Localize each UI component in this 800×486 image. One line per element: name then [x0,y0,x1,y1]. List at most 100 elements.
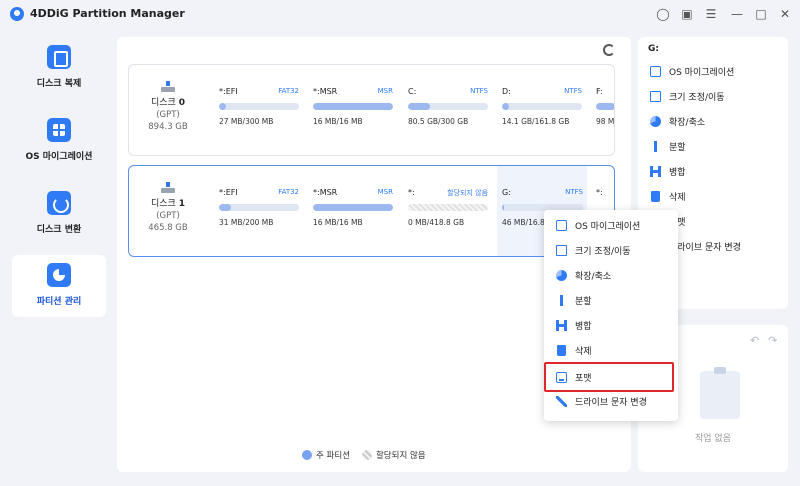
menu-icon[interactable]: ☰ [702,5,720,23]
partition-size: 0 MB/418.8 GB [408,218,465,227]
partition-c[interactable]: C: NTFS 80.5 GB/300 GB [406,65,492,155]
undo-icon[interactable]: ↶ [750,334,759,347]
partition-unallocated[interactable]: *: 할당되지 않음 0 MB/418.8 GB [406,166,492,256]
partition-fs: NTFS [470,87,488,95]
trash-icon [557,344,566,356]
partition-d[interactable]: D: NTFS 14.1 GB/161.8 GB [500,65,586,155]
partition-fs: FAT32 [278,87,299,95]
partition-name: *:EFI [219,188,238,197]
op-label: OS 마이그레이션 [669,67,735,78]
legend-primary: 주 파티션 [316,451,350,461]
disk-copy-icon [47,45,71,69]
disk-type: (GPT) [156,110,180,120]
partition-size: 16 MB/16 MB [313,117,363,126]
sidebar-item-label: 파티션 관리 [36,297,82,307]
op-delete[interactable]: 삭제 [650,188,686,204]
split-icon [556,294,567,306]
op-extend-shrink[interactable]: 확장/축소 [650,113,705,129]
op-label: 크기 조정/이동 [669,92,725,103]
partition-usage-bar [408,204,488,211]
context-menu: OS 마이그레이션 크기 조정/이동 확장/축소 분할 병합 삭제 포맷 드라이… [544,210,678,421]
sidebar-item-partition-manage[interactable]: 파티션 관리 [12,255,106,317]
minimize-icon[interactable]: — [728,5,746,23]
title-bar: 4DDiG Partition Manager ◯ ▣ ☰ — □ ✕ [0,0,800,28]
menu-item-os-migration[interactable]: OS 마이그레이션 [556,215,640,235]
menu-item-extend-shrink[interactable]: 확장/축소 [556,265,611,285]
partition-name: *: [408,188,415,197]
partition-usage-bar [502,103,582,110]
disk-type: (GPT) [156,211,180,221]
clipboard-icon [700,367,740,419]
maximize-icon[interactable]: □ [752,5,770,23]
menu-item-merge[interactable]: 병합 [556,315,592,335]
partition-name: *:MSR [313,188,338,197]
disk-size: 894.3 GB [148,122,188,132]
op-resize-move[interactable]: 크기 조정/이동 [650,88,725,104]
op-label: 병합 [669,167,686,178]
menu-item-label: 포맷 [575,373,592,384]
partition-efi[interactable]: *:EFI FAT32 31 MB/200 MB [217,166,303,256]
menu-item-label: OS 마이그레이션 [575,221,641,232]
disk-card-1[interactable]: 디스크 1 (GPT) 465.8 GB *:EFI FAT32 31 MB/2… [128,165,615,257]
primary-partition-dot-icon [302,450,312,460]
partition-name: D: [502,87,511,96]
sidebar-item-disk-clone[interactable]: 디스크 복제 [12,37,106,99]
sidebar-item-os-migration[interactable]: OS 마이그레이션 [12,110,106,172]
partition-icon [47,263,71,287]
partition-size: 98 M [596,117,615,126]
menu-item-label: 드라이브 문자 변경 [575,397,647,408]
feedback-icon[interactable]: ▣ [678,5,696,23]
menu-item-format[interactable]: 포맷 [556,367,592,387]
menu-item-label: 삭제 [575,346,592,357]
partition-usage-bar [408,103,488,110]
app-logo-icon [10,7,24,21]
partition-msr[interactable]: *:MSR MSR 16 MB/16 MB [311,65,397,155]
selected-partition-title: G: [648,44,659,54]
merge-icon [556,319,567,331]
partition-fs: 할당되지 않음 [447,189,488,197]
partition-size: 27 MB/300 MB [219,117,274,126]
partition-name: F: [596,87,603,96]
refresh-icon[interactable] [603,44,615,56]
sidebar-item-disk-convert[interactable]: 디스크 변환 [12,183,106,245]
convert-icon [47,191,71,215]
disk-info: 디스크 0 (GPT) 894.3 GB [129,65,207,155]
redo-icon[interactable]: ↷ [768,334,777,347]
partition-name: *:MSR [313,87,338,96]
sidebar: 디스크 복제 OS 마이그레이션 디스크 변환 파티션 관리 [0,28,116,486]
menu-item-split[interactable]: 분할 [556,290,592,310]
partition-fs: NTFS [564,87,582,95]
op-label: 드라이브 문자 변경 [669,242,741,253]
op-label: 확장/축소 [669,117,706,128]
op-label: 삭제 [669,192,686,203]
partition-name: *: [596,188,603,197]
pie-icon [650,115,661,127]
disk-name: 디스크 0 [151,98,185,108]
op-label: 분할 [669,142,686,153]
sidebar-item-label: OS 마이그레이션 [25,152,93,162]
legend: 주 파티션 할당되지 않음 [302,449,426,461]
monitor-icon [556,219,567,231]
pie-icon [556,269,567,281]
op-split[interactable]: 분할 [650,138,686,154]
op-os-migration[interactable]: OS 마이그레이션 [650,63,734,79]
partition-usage-bar [219,204,299,211]
account-icon[interactable]: ◯ [654,5,672,23]
disk-drive-icon [160,81,176,92]
sidebar-item-label: 디스크 변환 [36,225,82,235]
partition-usage-bar [596,103,614,110]
menu-item-change-drive-letter[interactable]: 드라이브 문자 변경 [556,391,647,411]
monitor-icon [650,65,661,77]
close-icon[interactable]: ✕ [776,5,794,23]
partition-msr[interactable]: *:MSR MSR 16 MB/16 MB [311,166,397,256]
disk-name: 디스크 1 [151,199,185,209]
op-merge[interactable]: 병합 [650,163,686,179]
partition-usage-bar [313,103,393,110]
menu-item-resize-move[interactable]: 크기 조정/이동 [556,240,631,260]
menu-item-delete[interactable]: 삭제 [556,340,592,360]
partition-f[interactable]: F: 98 M [594,65,615,155]
partition-usage-bar [313,204,393,211]
partition-efi[interactable]: *:EFI FAT32 27 MB/300 MB [217,65,303,155]
partition-fs: NTFS [565,188,583,196]
disk-card-0[interactable]: 디스크 0 (GPT) 894.3 GB *:EFI FAT32 27 MB/3… [128,64,615,156]
